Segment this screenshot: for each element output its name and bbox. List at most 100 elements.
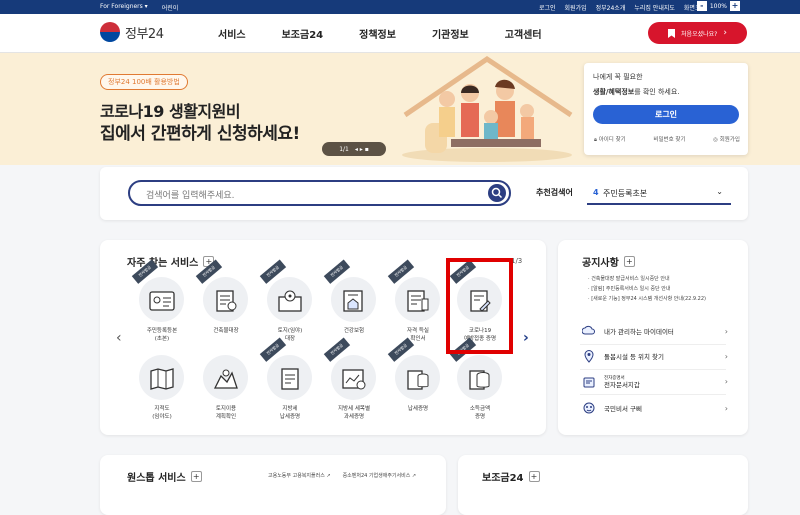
find-id-link[interactable]: 🔒︎ 아이디 찾기 [594,135,626,144]
service-label-line1: 건축물대장 [213,328,239,334]
kids-link[interactable]: 어린이 [162,3,179,12]
notice-title: 공지사항 + [582,254,635,269]
zoom-in-button[interactable]: + [730,1,740,11]
taeguk-emblem-icon [100,22,120,42]
tax-chart-icon [342,369,366,390]
services-next-arrow[interactable]: › [523,330,529,346]
chevron-down-icon: ⌄ [716,187,723,196]
for-foreigners-link[interactable]: For Foreigners ▾ [100,3,148,12]
care-facility-label: 돌봄시설 등 위치 찾기 [604,353,665,361]
service-label: 자격 득실 확인서 [388,327,448,343]
service-label: 소득금액 증명 [450,405,510,421]
onestop-services-card: 원스톱 서비스 + 고용노동부 고용복지플러스 ↗ 중소벤처24 기업생애주기서… [100,455,446,515]
mydata-label: 내가 관리하는 마이데이터 [604,328,674,336]
service-label: 지적도 (임야도) [132,405,192,421]
login-button[interactable]: 로그인 [593,105,739,124]
hero-banner[interactable]: 정부24 100배 활용방법 코로나19 생활지원비 집에서 간편하게 신청하세… [0,53,800,165]
service-label-line2: (임야도) [152,414,172,420]
service-label-line2: 계획확인 [215,414,237,420]
onestop-more-button[interactable]: + [190,471,202,482]
chevron-right-icon: › [723,28,727,38]
nav-services[interactable]: 서비스 [218,26,246,41]
nav-subsidy24[interactable]: 보조금24 [282,26,324,41]
rec-rank: 4 [593,188,599,197]
subsidy24-title: 보조금24 + [482,469,540,484]
notice-item[interactable]: · 건축물대장 발급서비스 일시중단 안내 [588,274,706,284]
service-label: 지방세 납세증명 [260,405,320,421]
service-label-line1: 건강보험 [343,328,365,334]
subsidy24-more-button[interactable]: + [528,471,540,482]
building-doc-icon [216,290,237,312]
zoom-value: 100% [709,2,727,10]
service-label-line1: 소득금액 [469,406,491,412]
main-header: 정부24 서비스 보조금24 정책정보 기관정보 고객센터 처음오셨나요? › [0,14,800,53]
search-button[interactable] [488,184,506,202]
subsidy24-card: 보조금24 + [458,455,748,515]
login-intro-2: 생활/혜택정보를 확인 하세요. [593,87,680,97]
util-about-link[interactable]: 정부24소개 [596,3,626,12]
notice-card: 공지사항 + · 건축물대장 발급서비스 일시중단 안내 · [알림] 주민등록… [558,240,748,435]
search-panel: 검색어를 입력해주세요. 추천검색어 4 주민등록초본 ⌄ [100,167,748,220]
care-facility-link[interactable]: 돌봄시설 등 위치 찾기 › [582,349,728,363]
onestop-links: 고용노동부 고용복지플러스 ↗ 중소벤처24 기업생애주기서비스 ↗ [268,472,416,479]
service-label-line2: 대장 [284,336,296,342]
chevron-right-icon: › [724,377,728,386]
signup-label: 회원가입 [719,137,740,143]
service-label-line1: 지적도 [154,406,170,412]
mydata-link[interactable]: 내가 관리하는 마이데이터 › [582,324,728,338]
cadastral-map-icon [150,368,174,390]
search-icon [491,187,503,199]
notice-more-button[interactable]: + [623,256,635,267]
land-plan-icon [213,369,238,389]
find-password-link[interactable]: 비밀번호 찾기 [653,135,685,144]
notice-list: · 건축물대장 발급서비스 일시중단 안내 · [알림] 주민등록서비스 일시 … [588,274,706,304]
login-intro-bold: 생활/혜택정보 [593,88,635,96]
util-signup-link[interactable]: 회원가입 [565,3,587,12]
e-wallet-label: 전자문서지갑 [604,381,640,389]
certificate-icon [407,290,429,312]
notice-item-text: 건축물대장 발급서비스 일시중단 안내 [591,276,670,282]
zoom-out-button[interactable]: - [696,1,707,11]
util-sitemap-link[interactable]: 누리집 안내지도 [634,3,675,12]
service-label-line2: (초본) [154,336,170,342]
sme24-link[interactable]: 중소벤처24 기업생애주기서비스 ↗ [343,472,417,479]
hero-headline-2: 집에서 간편하게 신청하세요! [100,124,300,144]
nav-policy-info[interactable]: 정책정보 [359,26,396,41]
util-login-link[interactable]: 로그인 [539,3,556,12]
notice-item[interactable]: · [새로운 기능] 정부24 시스템 개선사항 안내(22.9.22) [588,294,706,304]
nav-agency-info[interactable]: 기관정보 [432,26,469,41]
tax-doc-icon [281,368,299,390]
first-visit-button[interactable]: 처음오셨나요? › [648,22,747,44]
assistant-icon [583,402,595,414]
recommended-keywords-select[interactable]: 4 주민등록초본 ⌄ [587,179,731,205]
e-wallet-text: 전자증명서 전자문서지갑 [604,374,640,389]
location-pin-icon [584,350,594,363]
service-label: 토지(임야) 대장 [260,327,320,343]
hero-pill[interactable]: 정부24 100배 활용방법 [100,74,188,90]
onestop-title-text: 원스톱 서비스 [127,473,186,484]
house-doc-icon [343,290,363,312]
service-label: 지방세 세목별 과세증명 [324,405,384,421]
service-label-line2: 과세증명 [343,414,365,420]
pager-controls-icon[interactable]: ◂ ▸ ▪ [355,146,369,153]
login-intro-1: 나에게 꼭 필요한 [593,73,643,81]
gubbi-assistant-link[interactable]: 국민비서 구삐 › [582,401,728,415]
coins-icon [407,370,429,390]
nav-customer-center[interactable]: 고객센터 [505,26,542,41]
signup-link[interactable]: ◎ 회원가입 [713,135,740,144]
e-wallet-link[interactable]: 전자증명서 전자문서지갑 › [582,374,728,389]
banner-pager[interactable]: 1/1 ◂ ▸ ▪ [322,142,386,156]
service-label-line1: 토지이용 [215,406,237,412]
family-house-illustration [402,55,573,162]
service-label-line1: 주민등록등본 [146,328,178,334]
subsidy24-title-text: 보조금24 [482,473,524,484]
income-coins-icon [469,370,490,390]
employment-welfare-link[interactable]: 고용노동부 고용복지플러스 ↗ [268,472,331,479]
chevron-right-icon: › [724,326,728,336]
notice-item[interactable]: · [알림] 주민등록서비스 일시 중단 안내 [588,284,706,294]
notice-item-text: [알림] 주민등록서비스 일시 중단 안내 [591,286,671,292]
search-input[interactable]: 검색어를 입력해주세요. [128,180,511,206]
site-logo[interactable]: 정부24 [100,22,164,42]
find-id-label: 아이디 찾기 [598,137,626,143]
services-prev-arrow[interactable]: ‹ [116,330,122,346]
